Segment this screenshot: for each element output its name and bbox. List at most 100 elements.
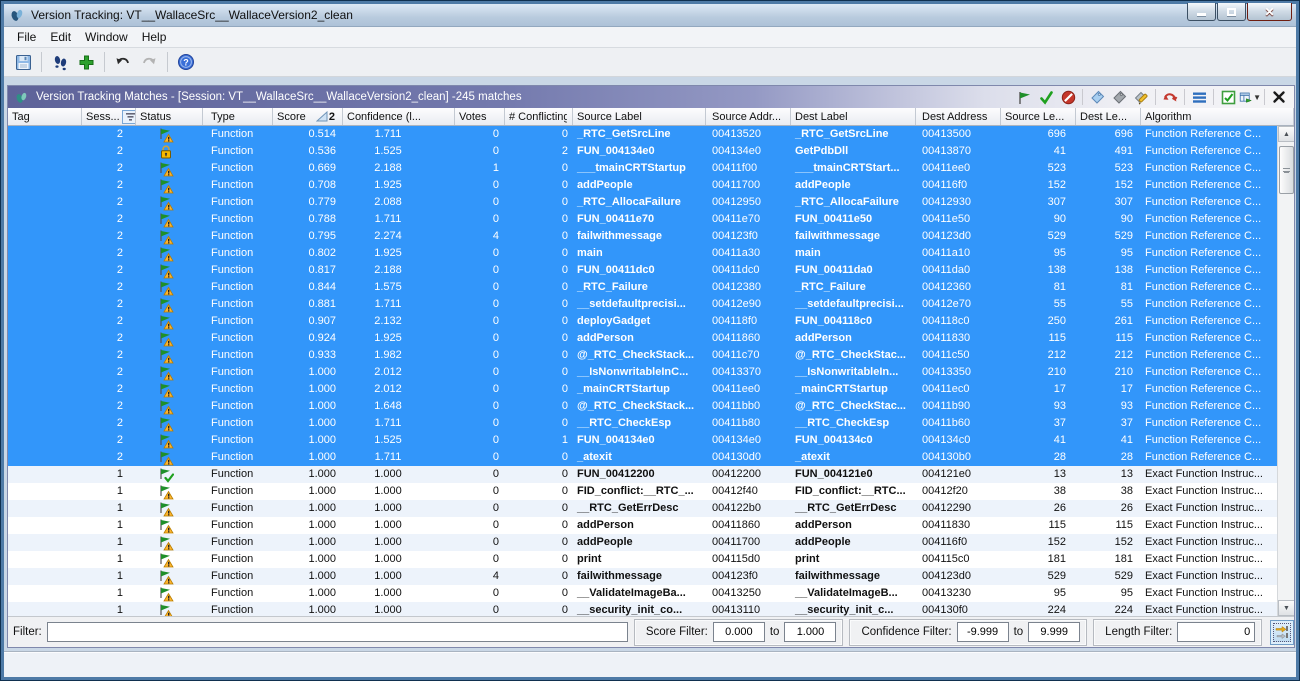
confidence-to-input[interactable] xyxy=(1028,622,1080,642)
menu-file[interactable]: File xyxy=(10,28,43,46)
apply-match-button[interactable] xyxy=(1035,87,1057,107)
minimize-icon xyxy=(1197,13,1206,16)
table-row[interactable]: 2Function0.9072.13200deployGadget004118f… xyxy=(8,313,1294,330)
table-row[interactable]: 2Function0.7081.92500addPeople00411700ad… xyxy=(8,177,1294,194)
table-row[interactable]: 1Function1.0001.00000addPerson00411860ad… xyxy=(8,517,1294,534)
column-header-session[interactable]: Sess...1 xyxy=(82,108,136,125)
table-row[interactable]: 2Function1.0001.52501FUN_004134e0004134e… xyxy=(8,432,1294,449)
redo-button[interactable] xyxy=(136,50,162,74)
cell-dest_label: addPerson xyxy=(791,330,916,347)
menu-window[interactable]: Window xyxy=(78,28,135,46)
cell-votes: 0 xyxy=(455,211,505,228)
add-session-button[interactable] xyxy=(73,50,99,74)
cell-votes: 0 xyxy=(455,143,505,160)
column-header-status[interactable]: Status xyxy=(136,108,203,125)
cell-src_addr: 00411dc0 xyxy=(706,262,791,279)
menu-help[interactable]: Help xyxy=(135,28,174,46)
reject-match-button[interactable] xyxy=(1057,87,1079,107)
select-rows-button[interactable] xyxy=(1217,87,1239,107)
edit-tag-button[interactable] xyxy=(1130,87,1152,107)
minimize-button[interactable] xyxy=(1187,3,1216,21)
scroll-down-button[interactable]: ▼ xyxy=(1278,600,1294,616)
table-row[interactable]: 1Function1.0001.00000print004115d0print0… xyxy=(8,551,1294,568)
column-header-votes[interactable]: Votes xyxy=(455,108,505,125)
table-row[interactable]: 2Function0.7881.71100FUN_00411e7000411e7… xyxy=(8,211,1294,228)
table-row[interactable]: 2Function0.8441.57500_RTC_Failure0041238… xyxy=(8,279,1294,296)
cell-confidence: 2.012 xyxy=(343,381,455,398)
column-header-tag[interactable]: Tag xyxy=(8,108,82,125)
toolbar-separator xyxy=(1213,89,1214,105)
table-row[interactable]: 2Function0.8021.92500main00411a30main004… xyxy=(8,245,1294,262)
column-header-dest_label[interactable]: Dest Label xyxy=(791,108,916,125)
undo-button[interactable] xyxy=(110,50,136,74)
table-row[interactable]: 2Function0.6692.18810___tmainCRTStartup0… xyxy=(8,160,1294,177)
add-tag-button[interactable] xyxy=(1086,87,1108,107)
confidence-from-input[interactable] xyxy=(957,622,1009,642)
column-header-score[interactable]: Score2 xyxy=(273,108,343,125)
cell-dest_label: FUN_00411da0 xyxy=(791,262,916,279)
cell-session: 2 xyxy=(82,177,136,194)
length-filter-input[interactable] xyxy=(1177,622,1255,642)
cell-src_len: 115 xyxy=(1001,330,1076,347)
footprints-button[interactable] xyxy=(47,50,73,74)
matches-panel-header[interactable]: Version Tracking Matches - [Session: VT_… xyxy=(8,86,1294,108)
table-options-button[interactable]: ▼ xyxy=(1239,87,1261,107)
table-row[interactable]: 2Function1.0001.71100__RTC_CheckEsp00411… xyxy=(8,415,1294,432)
table-row[interactable]: 2Function1.0001.71100_atexit004130d0_ate… xyxy=(8,449,1294,466)
table-row[interactable]: 2Function0.8172.18800FUN_00411dc000411dc… xyxy=(8,262,1294,279)
table-row[interactable]: 2Function0.9241.92500addPerson00411860ad… xyxy=(8,330,1294,347)
menu-button[interactable] xyxy=(1188,87,1210,107)
column-header-src_label[interactable]: Source Label xyxy=(573,108,706,125)
scrollbar-thumb[interactable] xyxy=(1279,146,1294,194)
table-row[interactable]: 2Function0.7952.27440failwithmessage0041… xyxy=(8,228,1294,245)
table-row[interactable]: 2Function0.5141.71100_RTC_GetSrcLine0041… xyxy=(8,126,1294,143)
table-row[interactable]: 1Function1.0001.00000addPeople00411700ad… xyxy=(8,534,1294,551)
column-header-confidence[interactable]: Confidence (l... xyxy=(343,108,455,125)
score-to-input[interactable] xyxy=(784,622,836,642)
column-header-type[interactable]: Type xyxy=(203,108,273,125)
close-panel-button[interactable] xyxy=(1268,87,1290,107)
table-row[interactable]: 2Function1.0002.01200_mainCRTStartup0041… xyxy=(8,381,1294,398)
menu-edit[interactable]: Edit xyxy=(43,28,78,46)
table-row[interactable]: 2Function1.0002.01200__IsNonwritableInC.… xyxy=(8,364,1294,381)
filter-input[interactable] xyxy=(47,622,628,642)
cell-conflicting: 0 xyxy=(505,585,573,602)
table-row[interactable]: 1Function1.0001.00000__RTC_GetErrDesc004… xyxy=(8,500,1294,517)
cell-score: 0.669 xyxy=(273,160,343,177)
cell-dest_addr: 00412e70 xyxy=(916,296,1001,313)
column-header-dest_addr[interactable]: Dest Address xyxy=(916,108,1001,125)
column-header-src_len[interactable]: Source Le... xyxy=(1001,108,1076,125)
column-header-conflicting[interactable]: # Conflicting xyxy=(505,108,573,125)
table-row[interactable]: 2Function0.7792.08800_RTC_AllocaFailure0… xyxy=(8,194,1294,211)
column-header-dest_len[interactable]: Dest Le... xyxy=(1076,108,1141,125)
scroll-up-button[interactable]: ▲ xyxy=(1278,126,1294,142)
table-row[interactable]: 1Function1.0001.00000FID_conflict:__RTC_… xyxy=(8,483,1294,500)
title-bar[interactable]: Version Tracking: VT__WallaceSrc__Wallac… xyxy=(4,4,1296,27)
column-header-algorithm[interactable]: Algorithm xyxy=(1141,108,1294,125)
remove-tag-button[interactable] xyxy=(1108,87,1130,107)
score-from-input[interactable] xyxy=(713,622,765,642)
column-header-src_addr[interactable]: Source Addr... xyxy=(706,108,791,125)
cell-session: 2 xyxy=(82,228,136,245)
table-row[interactable]: 2Function0.8811.71100__setdefaultprecisi… xyxy=(8,296,1294,313)
table-row[interactable]: 1Function1.0001.00000FUN_004122000041220… xyxy=(8,466,1294,483)
filter-options-button[interactable] xyxy=(1270,620,1294,645)
table-row[interactable]: 2Function1.0001.64800@_RTC_CheckStack...… xyxy=(8,398,1294,415)
undo-match-button[interactable] xyxy=(1159,87,1181,107)
table-row[interactable]: 2Function0.5361.52502FUN_004134e0004134e… xyxy=(8,143,1294,160)
maximize-button[interactable] xyxy=(1217,3,1246,21)
cell-algorithm: Exact Function Instruc... xyxy=(1141,534,1294,551)
vertical-scrollbar[interactable]: ▲ ▼ xyxy=(1277,126,1294,616)
accept-match-button[interactable] xyxy=(1013,87,1035,107)
table-row[interactable]: 1Function1.0001.00040failwithmessage0041… xyxy=(8,568,1294,585)
close-button[interactable]: ✕ xyxy=(1247,3,1292,21)
table-row[interactable]: 1Function1.0001.00000__ValidateImageBa..… xyxy=(8,585,1294,602)
cell-tag xyxy=(8,381,82,398)
table-row[interactable]: 2Function0.9331.98200@_RTC_CheckStack...… xyxy=(8,347,1294,364)
table-row[interactable]: 1Function1.0001.00000__security_init_co.… xyxy=(8,602,1294,616)
cell-status xyxy=(136,245,203,262)
flag-warn-icon xyxy=(158,178,174,194)
help-button[interactable]: ? xyxy=(173,50,199,74)
save-button[interactable] xyxy=(10,50,36,74)
cell-status xyxy=(136,211,203,228)
